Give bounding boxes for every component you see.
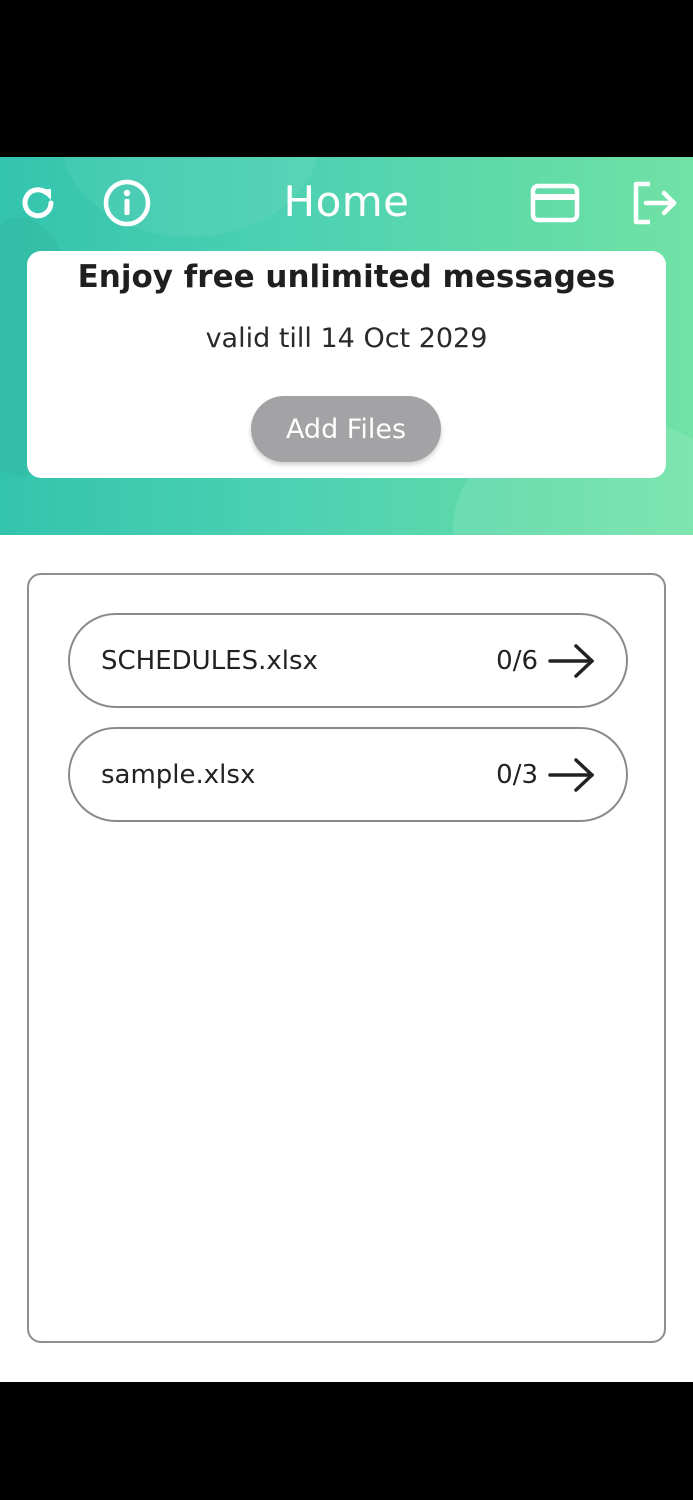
top-bar: Home [0, 157, 693, 252]
files-panel: SCHEDULES.xlsx 0/6 sample.xlsx 0/3 [27, 573, 666, 1343]
header-section: Home Enjoy free unlimited messages valid… [0, 157, 693, 535]
credit-card-icon[interactable] [530, 178, 580, 228]
page-title: Home [283, 177, 410, 226]
promo-headline: Enjoy free unlimited messages [77, 259, 616, 295]
arrow-right-icon[interactable] [548, 641, 596, 681]
promo-validity: valid till 14 Oct 2029 [205, 323, 488, 354]
file-row[interactable]: sample.xlsx 0/3 [68, 727, 628, 822]
main-content: SCHEDULES.xlsx 0/6 sample.xlsx 0/3 [0, 535, 693, 1382]
arrow-right-icon[interactable] [548, 755, 596, 795]
logout-icon[interactable] [630, 178, 680, 228]
system-nav-area [0, 1382, 693, 1500]
add-files-button[interactable]: Add Files [251, 396, 441, 462]
promo-card: Enjoy free unlimited messages valid till… [27, 251, 666, 478]
file-name: sample.xlsx [101, 759, 256, 790]
file-name: SCHEDULES.xlsx [101, 645, 318, 676]
file-row[interactable]: SCHEDULES.xlsx 0/6 [68, 613, 628, 708]
file-progress-count: 0/3 [496, 759, 538, 790]
file-progress-count: 0/6 [496, 645, 538, 676]
app-screen: Home Enjoy free unlimited messages valid… [0, 0, 693, 1500]
